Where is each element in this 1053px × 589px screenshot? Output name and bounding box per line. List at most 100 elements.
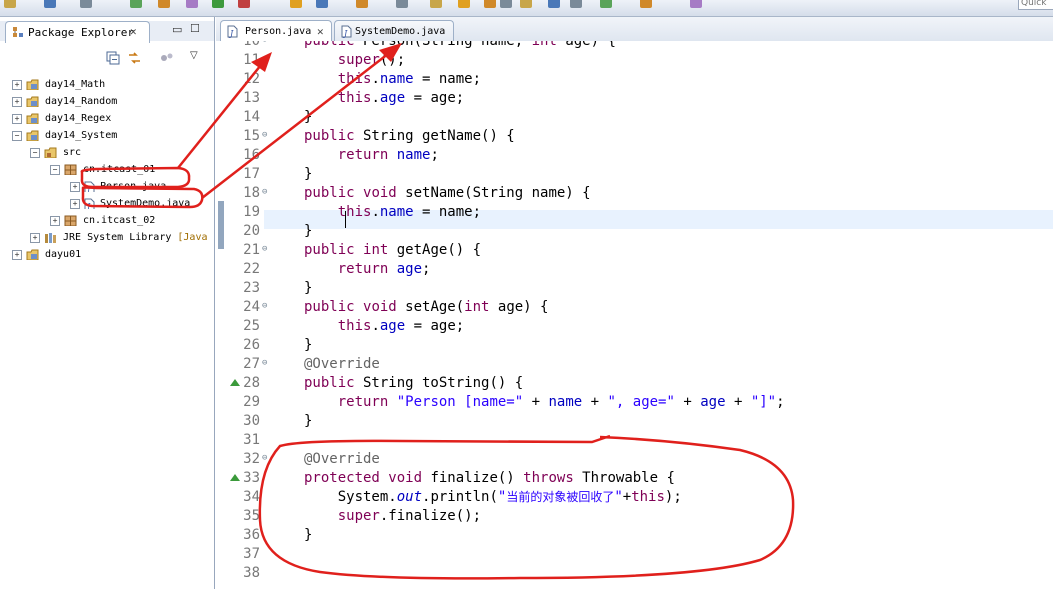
- close-icon[interactable]: ✕: [130, 25, 137, 38]
- line-number: 15: [243, 128, 260, 144]
- line-number: 23: [243, 280, 260, 296]
- toolbar-button-icon[interactable]: [548, 0, 560, 8]
- fold-icon[interactable]: ⊖: [262, 358, 267, 368]
- expand-icon[interactable]: +: [12, 97, 22, 107]
- toolbar-button-icon[interactable]: [158, 0, 170, 8]
- fold-icon[interactable]: ⊖: [262, 130, 267, 140]
- toolbar-button-icon[interactable]: [640, 0, 652, 8]
- override-marker-icon[interactable]: [230, 474, 240, 481]
- ruler-highlight: [218, 201, 224, 249]
- code-line[interactable]: }: [304, 412, 312, 431]
- code-line[interactable]: this.age = age;: [304, 89, 464, 108]
- toolbar-button-icon[interactable]: [80, 0, 92, 8]
- code-line[interactable]: @Override: [304, 355, 380, 374]
- toolbar-button-icon[interactable]: [4, 0, 16, 8]
- toolbar-button-icon[interactable]: [430, 0, 442, 8]
- fold-icon[interactable]: ⊖: [262, 301, 267, 311]
- code-line[interactable]: this.name = name;: [304, 203, 481, 222]
- java-editor[interactable]: 10⊖1112131415⊖161718⊖192021⊖222324⊖25262…: [216, 41, 1053, 589]
- code-line[interactable]: }: [304, 336, 312, 355]
- code-line[interactable]: super.finalize();: [304, 507, 481, 526]
- expand-icon[interactable]: +: [70, 182, 80, 192]
- toolbar-button-icon[interactable]: [396, 0, 408, 8]
- maximize-icon[interactable]: ☐: [190, 22, 200, 35]
- code-line[interactable]: }: [304, 526, 312, 545]
- toolbar-button-icon[interactable]: [44, 0, 56, 8]
- tree-item-label: src: [63, 147, 82, 158]
- line-number: 32: [243, 451, 260, 467]
- code-line[interactable]: this.age = age;: [304, 317, 464, 336]
- expand-icon[interactable]: +: [12, 114, 22, 124]
- code-line[interactable]: @Override: [304, 450, 380, 469]
- code-line[interactable]: return "Person [name=" + name + ", age="…: [304, 393, 785, 412]
- toolbar-button-icon[interactable]: [316, 0, 328, 8]
- line-number: 20: [243, 223, 260, 239]
- link-with-editor-icon[interactable]: [127, 51, 142, 65]
- expand-icon[interactable]: +: [12, 80, 22, 90]
- close-icon[interactable]: ✕: [317, 25, 324, 38]
- toolbar-button-icon[interactable]: [458, 0, 470, 8]
- toolbar-button-icon[interactable]: [600, 0, 612, 8]
- expand-icon[interactable]: +: [12, 250, 22, 260]
- toolbar-button-icon[interactable]: [520, 0, 532, 8]
- toolbar-button-icon[interactable]: [212, 0, 224, 8]
- tree-item-label: day14_Math: [45, 79, 106, 90]
- expand-icon[interactable]: +: [30, 233, 40, 243]
- collapse-icon[interactable]: −: [50, 165, 60, 175]
- tab-label: SystemDemo.java: [355, 26, 446, 37]
- fold-icon[interactable]: ⊖: [262, 244, 267, 254]
- expand-icon[interactable]: +: [70, 199, 80, 209]
- code-line[interactable]: public void setAge(int age) {: [304, 298, 548, 317]
- collapse-all-icon[interactable]: [106, 51, 120, 65]
- toolbar-button-icon[interactable]: [186, 0, 198, 8]
- code-line[interactable]: public void setName(String name) {: [304, 184, 591, 203]
- view-menu-chevron-down-icon[interactable]: ▽: [190, 50, 198, 61]
- code-line[interactable]: }: [304, 222, 312, 241]
- minimize-icon[interactable]: ▭: [172, 23, 182, 36]
- code-line[interactable]: System.out.println("当前的对象被回收了"+this);: [304, 488, 682, 507]
- code-line[interactable]: public String toString() {: [304, 374, 523, 393]
- toolbar-button-icon[interactable]: [290, 0, 302, 8]
- code-line[interactable]: public int getAge() {: [304, 241, 481, 260]
- code-line[interactable]: this.name = name;: [304, 70, 481, 89]
- code-line[interactable]: public Person(String name, int age) {: [304, 41, 616, 51]
- line-number: 12: [243, 71, 260, 87]
- line-number: 31: [243, 432, 260, 448]
- line-number: 25: [243, 318, 260, 334]
- toolbar-button-icon[interactable]: [238, 0, 250, 8]
- toolbar-button-icon[interactable]: [500, 0, 512, 8]
- tree-item-label: cn.itcast_01: [83, 164, 156, 175]
- code-line[interactable]: }: [304, 279, 312, 298]
- toolbar-button-icon[interactable]: [484, 0, 496, 8]
- toolbar-button-icon[interactable]: [356, 0, 368, 8]
- code-line[interactable]: public String getName() {: [304, 127, 515, 146]
- code-line[interactable]: }: [304, 108, 312, 127]
- tab-person-java[interactable]: J Person.java ✕: [220, 20, 332, 42]
- line-number: 37: [243, 546, 260, 562]
- code-line[interactable]: super();: [304, 51, 405, 70]
- code-line[interactable]: return name;: [304, 146, 439, 165]
- focus-icon[interactable]: [160, 52, 176, 64]
- toolbar-button-icon[interactable]: [130, 0, 142, 8]
- fold-icon[interactable]: ⊖: [262, 187, 267, 197]
- line-number: 29: [243, 394, 260, 410]
- fold-icon[interactable]: ⊖: [262, 41, 267, 45]
- tree-item-label: SystemDemo.java: [100, 198, 191, 209]
- override-marker-icon[interactable]: [230, 379, 240, 386]
- tree-item-label: day14_Regex: [45, 113, 112, 124]
- tab-label: Person.java: [245, 26, 312, 37]
- quick-access-input[interactable]: Quick: [1018, 0, 1053, 10]
- line-number: 13: [243, 90, 260, 106]
- toolbar-button-icon[interactable]: [570, 0, 582, 8]
- collapse-icon[interactable]: −: [30, 148, 40, 158]
- expand-icon[interactable]: +: [50, 216, 60, 226]
- code-line[interactable]: return age;: [304, 260, 431, 279]
- overview-ruler[interactable]: [216, 41, 226, 589]
- collapse-icon[interactable]: −: [12, 131, 22, 141]
- code-line[interactable]: protected void finalize() throws Throwab…: [304, 469, 675, 488]
- toolbar-button-icon[interactable]: [690, 0, 702, 8]
- tab-package-explorer[interactable]: Package Explorer ✕: [5, 21, 150, 43]
- fold-icon[interactable]: ⊖: [262, 453, 267, 463]
- code-line[interactable]: }: [304, 165, 312, 184]
- tab-systemdemo-java[interactable]: J SystemDemo.java: [334, 20, 454, 42]
